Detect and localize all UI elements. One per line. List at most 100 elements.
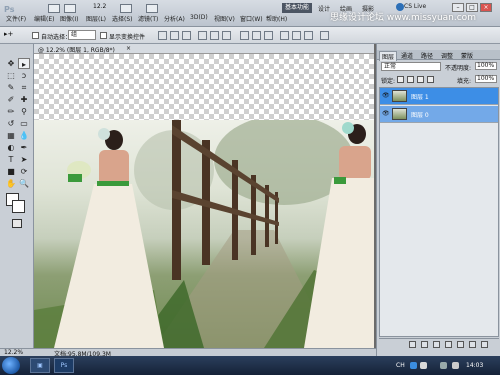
close-icon[interactable]: × — [480, 3, 492, 12]
eyedropper-tool-icon[interactable]: ✐ — [5, 94, 17, 105]
tab-channels[interactable]: 通道 — [399, 51, 415, 60]
quick-mask-icon[interactable] — [12, 219, 22, 228]
layer-name[interactable]: 图层 0 — [411, 110, 429, 119]
layer-row[interactable]: 👁 图层 0 — [380, 106, 498, 123]
layer-row[interactable]: 👁 图层 1 — [380, 88, 498, 105]
tray-ime-icon[interactable] — [420, 362, 427, 369]
align-left-icon[interactable] — [198, 31, 207, 40]
dodge-tool-icon[interactable]: ◐ — [5, 142, 17, 153]
distribute-vcenter-icon[interactable] — [252, 31, 261, 40]
path-select-tool-icon[interactable]: ➤ — [18, 154, 30, 165]
distribute-hcenter-icon[interactable] — [292, 31, 301, 40]
tray-volume-icon[interactable] — [452, 362, 459, 369]
cslive-button[interactable]: CS Live — [404, 3, 426, 10]
link-layers-icon[interactable] — [409, 341, 416, 348]
3d-rotate-tool-icon[interactable]: ⟳ — [18, 166, 30, 177]
canvas-area[interactable] — [34, 54, 374, 348]
distribute-top-icon[interactable] — [240, 31, 249, 40]
taskbar-app-icon[interactable]: ▣ — [30, 358, 50, 373]
lock-image-icon[interactable] — [407, 76, 414, 83]
align-bottom-icon[interactable] — [182, 31, 191, 40]
menu-filter[interactable]: 滤镜(T) — [138, 14, 158, 23]
crop-tool-icon[interactable]: ⌗ — [18, 82, 30, 93]
workspace-design-link[interactable]: 设计 — [318, 4, 330, 13]
layers-panel: 图层 通道 路径 调整 蒙版 正常 不透明度: 100% 锁定: 填充: 100… — [376, 44, 500, 356]
hand-tool-icon[interactable]: ✋ — [5, 178, 17, 189]
menu-layer[interactable]: 图层(L) — [86, 14, 106, 23]
menu-edit[interactable]: 编辑(E) — [34, 14, 54, 23]
show-transform-checkbox[interactable] — [100, 32, 107, 39]
visibility-eye-icon[interactable]: 👁 — [382, 111, 390, 117]
tab-adjustments[interactable]: 调整 — [439, 51, 455, 60]
tray-clock[interactable]: 14:03 — [466, 362, 483, 369]
visibility-eye-icon[interactable]: 👁 — [382, 93, 390, 99]
quick-select-tool-icon[interactable]: ✎ — [5, 82, 17, 93]
marquee-tool-icon[interactable]: ⬚ — [5, 70, 17, 81]
arrange-documents-icon[interactable] — [120, 4, 132, 13]
mini-bridge-icon[interactable] — [64, 4, 76, 13]
opacity-input[interactable]: 100% — [475, 62, 497, 70]
pen-tool-icon[interactable]: ✒ — [18, 142, 30, 153]
new-layer-icon[interactable] — [469, 341, 476, 348]
delete-layer-icon[interactable] — [481, 341, 488, 348]
align-hcenter-icon[interactable] — [210, 31, 219, 40]
fill-input[interactable]: 100% — [475, 75, 497, 83]
align-right-icon[interactable] — [222, 31, 231, 40]
menu-image[interactable]: 图像(I) — [60, 14, 78, 23]
screen-mode-icon[interactable] — [146, 4, 158, 13]
taskbar-photoshop-icon[interactable]: Ps — [54, 358, 74, 373]
background-color-swatch[interactable] — [12, 200, 25, 213]
distribute-bottom-icon[interactable] — [264, 31, 273, 40]
zoom-tool-icon[interactable]: 🔍 — [18, 178, 30, 189]
eraser-tool-icon[interactable]: ▭ — [18, 118, 30, 129]
tab-paths[interactable]: 路径 — [419, 51, 435, 60]
blur-tool-icon[interactable]: 💧 — [18, 130, 30, 141]
tab-masks[interactable]: 蒙版 — [459, 51, 475, 60]
tray-network-icon[interactable] — [440, 362, 447, 369]
document-close-icon[interactable]: × — [126, 45, 131, 52]
shape-tool-icon[interactable]: ■ — [5, 166, 17, 177]
lock-position-icon[interactable] — [417, 76, 424, 83]
move-tool-icon[interactable]: ✥ — [5, 58, 17, 69]
menu-view[interactable]: 视图(V) — [214, 14, 235, 23]
menu-analysis[interactable]: 分析(A) — [164, 14, 185, 23]
tray-language[interactable]: CH — [396, 362, 405, 369]
type-tool-icon[interactable]: T — [5, 154, 17, 165]
brush-tool-icon[interactable]: ✏ — [5, 106, 17, 117]
distribute-right-icon[interactable] — [304, 31, 313, 40]
move-selected-icon[interactable]: ▸ — [18, 58, 30, 69]
menu-3d[interactable]: 3D(D) — [190, 14, 208, 21]
align-top-icon[interactable] — [158, 31, 167, 40]
start-button[interactable] — [2, 357, 20, 374]
align-vcenter-icon[interactable] — [170, 31, 179, 40]
new-group-icon[interactable] — [457, 341, 464, 348]
workspace-essentials-button[interactable]: 基本功能 — [282, 3, 312, 13]
layer-mask-icon[interactable] — [433, 341, 440, 348]
auto-align-icon[interactable] — [320, 31, 329, 40]
document-tab[interactable]: @ 12.2% (图层 1, RGB/8*) × — [34, 44, 374, 54]
distribute-left-icon[interactable] — [280, 31, 289, 40]
lock-transparent-icon[interactable] — [397, 76, 404, 83]
status-zoom[interactable]: 12.2% — [4, 349, 23, 356]
lock-all-icon[interactable] — [427, 76, 434, 83]
menu-file[interactable]: 文件(F) — [6, 14, 26, 23]
clone-stamp-tool-icon[interactable]: ⚲ — [18, 106, 30, 117]
menu-window[interactable]: 窗口(W) — [240, 14, 263, 23]
bridge-icon[interactable] — [48, 4, 60, 13]
move-tool-preset-icon[interactable]: ▸+ — [4, 30, 20, 41]
lasso-tool-icon[interactable]: ↄ — [18, 70, 30, 81]
layer-name[interactable]: 图层 1 — [411, 92, 429, 101]
gradient-tool-icon[interactable]: ▦ — [5, 130, 17, 141]
auto-select-dropdown[interactable]: 组 — [68, 30, 96, 40]
history-brush-tool-icon[interactable]: ↺ — [5, 118, 17, 129]
adjustment-layer-icon[interactable] — [445, 341, 452, 348]
blend-mode-dropdown[interactable]: 正常 — [381, 62, 441, 71]
healing-tool-icon[interactable]: ✚ — [18, 94, 30, 105]
menu-help[interactable]: 帮助(H) — [266, 14, 287, 23]
zoom-level[interactable]: 12.2 — [93, 3, 106, 10]
layer-style-icon[interactable] — [421, 341, 428, 348]
tray-help-icon[interactable] — [410, 362, 417, 369]
menu-select[interactable]: 选择(S) — [112, 14, 133, 23]
tab-layers[interactable]: 图层 — [379, 51, 398, 61]
auto-select-checkbox[interactable] — [32, 32, 39, 39]
